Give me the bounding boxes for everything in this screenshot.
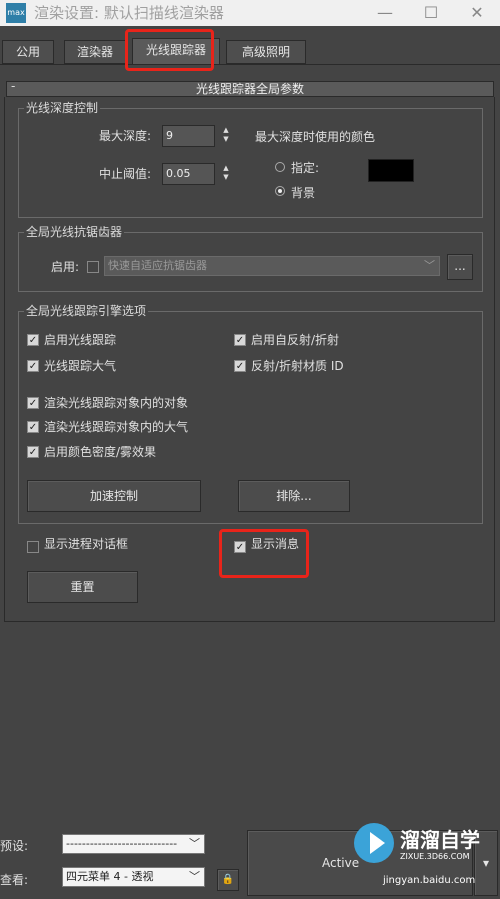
raytrace-atmos-checkbox[interactable]: ✓ [27, 360, 39, 372]
title-bar: max 渲染设置: 默认扫描线渲染器 — ☐ ✕ [0, 0, 500, 26]
highlight-box-raytracer-tab [125, 29, 214, 71]
rollout-title: 光线跟踪器全局参数 [195, 82, 304, 96]
chevron-down-icon: ﹀ [189, 837, 200, 850]
background-label: 背景 [291, 186, 316, 200]
cutoff-label: 中止阈值: [99, 167, 152, 181]
view-label: 查看: [0, 873, 29, 887]
tab-advanced-lighting[interactable]: 高级照明 [226, 40, 306, 64]
material-id-checkbox[interactable]: ✓ [234, 360, 246, 372]
view-select[interactable]: 四元菜单 4 - 透视 ﹀ [62, 867, 205, 887]
enable-raytrace-checkbox[interactable]: ✓ [27, 334, 39, 346]
raytrace-atmos-label: 光线跟踪大气 [44, 359, 117, 373]
render-atmos-inside-label: 渲染光线跟踪对象内的大气 [44, 420, 189, 434]
group-engine-options-legend: 全局光线跟踪引擎选项 [24, 302, 149, 319]
chevron-down-icon: ﹀ [189, 870, 200, 883]
acceleration-controls-button[interactable]: 加速控制 [27, 480, 201, 512]
chevron-down-icon: ﹀ [424, 259, 435, 272]
tab-strip-divider [0, 64, 500, 65]
window-title: 渲染设置: 默认扫描线渲染器 [34, 4, 224, 22]
app-icon: max [6, 3, 26, 23]
max-depth-color-label: 最大深度时使用的颜色 [255, 130, 376, 144]
antialiaser-select[interactable]: 快速自适应抗锯齿器 ﹀ [104, 256, 440, 276]
color-swatch[interactable] [368, 159, 414, 182]
max-depth-input[interactable]: 9 [162, 125, 215, 147]
view-select-value: 四元菜单 4 - 透视 [66, 870, 154, 883]
color-density-fog-checkbox[interactable]: ✓ [27, 446, 39, 458]
maximize-button[interactable]: ☐ [408, 0, 454, 26]
antialias-options-button[interactable]: ... [447, 254, 473, 280]
self-reflect-checkbox[interactable]: ✓ [234, 334, 246, 346]
specify-label: 指定: [291, 161, 320, 175]
render-objects-inside-label: 渲染光线跟踪对象内的对象 [44, 396, 189, 410]
watermark-name: 溜溜自学 [400, 828, 480, 852]
preset-label: 预设: [0, 839, 29, 853]
lock-icon[interactable]: 🔒 [217, 869, 239, 891]
show-progress-checkbox[interactable] [27, 541, 39, 553]
watermark-site: ZIXUE.3D66.COM [400, 852, 470, 861]
render-objects-inside-checkbox[interactable]: ✓ [27, 397, 39, 409]
enable-raytrace-label: 启用光线跟踪 [44, 333, 117, 347]
max-depth-spinner-arrows[interactable]: ▲ ▼ [221, 126, 231, 146]
specify-radio[interactable] [275, 162, 285, 172]
tab-common[interactable]: 公用 [2, 40, 54, 64]
self-reflect-label: 启用自反射/折射 [251, 333, 340, 347]
reset-button[interactable]: 重置 [27, 571, 138, 603]
cutoff-threshold-input[interactable]: 0.05 [162, 163, 215, 185]
material-id-label: 反射/折射材质 ID [251, 359, 344, 373]
cutoff-spinner-arrows[interactable]: ▲ ▼ [221, 164, 231, 184]
minimize-button[interactable]: — [362, 0, 408, 26]
play-icon [370, 832, 385, 854]
antialiaser-select-value: 快速自适应抗锯齿器 [108, 259, 207, 272]
antialias-enable-label: 启用: [51, 260, 80, 274]
render-atmos-inside-checkbox[interactable]: ✓ [27, 421, 39, 433]
close-button[interactable]: ✕ [454, 0, 500, 26]
group-antialias-legend: 全局光线抗锯齿器 [24, 223, 125, 240]
preset-select-value: ---------------------------- [66, 837, 178, 850]
highlight-box-show-messages [219, 529, 309, 578]
exclude-button[interactable]: 排除... [238, 480, 350, 512]
color-density-fog-label: 启用颜色密度/雾效果 [44, 445, 157, 459]
tab-renderer[interactable]: 渲染器 [64, 40, 126, 64]
preset-select[interactable]: ---------------------------- ﹀ [62, 834, 205, 854]
max-depth-label: 最大深度: [99, 129, 152, 143]
background-radio[interactable] [275, 186, 285, 196]
group-ray-depth-legend: 光线深度控制 [24, 99, 101, 116]
antialias-enable-checkbox[interactable] [87, 261, 99, 273]
show-progress-label: 显示进程对话框 [44, 537, 129, 551]
rollout-header[interactable]: - 光线跟踪器全局参数 [6, 79, 494, 97]
watermark-source: jingyan.baidu.com [383, 875, 476, 886]
